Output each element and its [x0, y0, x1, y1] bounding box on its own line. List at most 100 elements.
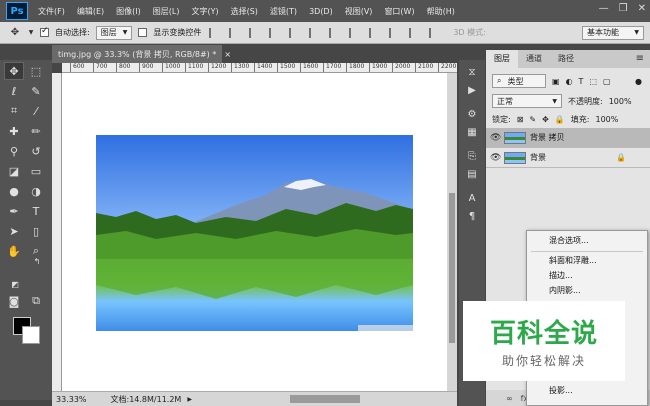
menu-view[interactable]: 视图(V): [339, 6, 379, 17]
menu-item-blending-options[interactable]: 混合选项...: [527, 233, 647, 248]
menu-item-drop-shadow[interactable]: 投影...: [527, 383, 647, 398]
filter-type-icon[interactable]: T: [579, 77, 584, 86]
move-tool-icon[interactable]: ✥: [4, 62, 24, 80]
show-transform-checkbox[interactable]: [138, 28, 148, 37]
align-top-icon[interactable]: [209, 27, 219, 38]
tab-paths[interactable]: 路径: [550, 50, 582, 68]
quick-select-tool-icon[interactable]: ✎: [26, 82, 46, 100]
distribute-top-icon[interactable]: [329, 27, 339, 38]
quick-mask-icon[interactable]: ◙: [4, 292, 24, 310]
close-tab-icon[interactable]: ×: [224, 50, 231, 59]
default-colors-icon[interactable]: ◩: [8, 278, 22, 290]
vertical-scrollbar[interactable]: [447, 73, 457, 391]
eyedropper-tool-icon[interactable]: ⁄: [26, 102, 46, 120]
menu-layer[interactable]: 图层(L): [147, 6, 186, 17]
filter-smart-icon[interactable]: ▢: [603, 77, 611, 86]
move-tool-icon[interactable]: ✥: [8, 26, 22, 40]
panel-menu-icon[interactable]: ≡: [636, 53, 644, 64]
auto-select-checkbox[interactable]: [40, 26, 49, 37]
menu-item-bevel-emboss[interactable]: 斜面和浮雕...: [527, 253, 647, 268]
distribute-right-icon[interactable]: [429, 27, 439, 38]
layer-row[interactable]: 👁 背景 拷贝: [486, 128, 650, 148]
tab-layers[interactable]: 图层: [486, 50, 518, 68]
menu-help[interactable]: 帮助(H): [421, 6, 461, 17]
close-button[interactable]: ✕: [638, 3, 646, 14]
swap-colors-icon[interactable]: ↰: [32, 256, 42, 266]
align-left-icon[interactable]: [269, 27, 279, 38]
layer-row[interactable]: 👁 背景 🔒: [486, 148, 650, 168]
gradient-tool-icon[interactable]: ▭: [26, 162, 46, 180]
menu-item-inner-shadow[interactable]: 内阴影...: [527, 283, 647, 298]
lock-transparent-icon[interactable]: ⊠: [517, 115, 524, 124]
menu-filter[interactable]: 滤镜(T): [264, 6, 303, 17]
workspace-dropdown[interactable]: 基本功能 ▼: [582, 25, 644, 40]
lock-pixels-icon[interactable]: ✎: [529, 115, 536, 124]
actions-play-icon[interactable]: ▶: [463, 82, 481, 98]
restore-button[interactable]: ❐: [619, 3, 628, 14]
filter-toggle-icon[interactable]: ●: [635, 77, 642, 86]
chevron-down-icon[interactable]: ▼: [28, 26, 34, 40]
pen-tool-icon[interactable]: ✒: [4, 202, 24, 220]
history-panel-icon[interactable]: ⧖: [463, 64, 481, 80]
clone-stamp-icon[interactable]: ⚲: [4, 142, 24, 160]
menu-window[interactable]: 窗口(W): [378, 6, 420, 17]
blend-mode-dropdown[interactable]: 正常 ▼: [492, 94, 562, 108]
menu-select[interactable]: 选择(S): [225, 6, 264, 17]
menu-edit[interactable]: 编辑(E): [71, 6, 110, 17]
align-vcenter-icon[interactable]: [229, 27, 239, 38]
distribute-vcenter-icon[interactable]: [349, 27, 359, 38]
lock-all-icon[interactable]: 🔒: [555, 115, 565, 124]
auto-select-dropdown[interactable]: 图层 ▼: [95, 25, 133, 40]
info-panel-icon[interactable]: ▤: [463, 166, 481, 182]
filter-shape-icon[interactable]: ⬚: [589, 77, 597, 86]
brush-tool-icon[interactable]: ✏: [26, 122, 46, 140]
menu-type[interactable]: 文字(Y): [185, 6, 224, 17]
scrollbar-thumb[interactable]: [449, 193, 455, 343]
lock-position-icon[interactable]: ✥: [542, 115, 549, 124]
history-brush-icon[interactable]: ↺: [26, 142, 46, 160]
distribute-left-icon[interactable]: [389, 27, 399, 38]
menu-3d[interactable]: 3D(D): [303, 7, 339, 16]
status-menu-arrow[interactable]: ▶: [187, 396, 192, 403]
align-right-icon[interactable]: [309, 27, 319, 38]
filter-image-icon[interactable]: ▣: [552, 77, 560, 86]
marquee-tool-icon[interactable]: ⬚: [26, 62, 46, 80]
swatches-panel-icon[interactable]: ▦: [463, 124, 481, 140]
rectangle-tool-icon[interactable]: ▯: [26, 222, 46, 240]
paragraph-panel-icon[interactable]: ¶: [463, 208, 481, 224]
hand-tool-icon[interactable]: ✋: [4, 242, 24, 260]
screen-mode-icon[interactable]: ⧉: [26, 292, 46, 310]
character-panel-icon[interactable]: A: [463, 190, 481, 206]
adjust-panel-icon[interactable]: ⚙: [463, 106, 481, 122]
horizontal-scrollbar-thumb[interactable]: [290, 395, 360, 403]
fill-value[interactable]: 100%: [595, 115, 618, 124]
healing-brush-icon[interactable]: ✚: [4, 122, 24, 140]
distribute-hcenter-icon[interactable]: [409, 27, 419, 38]
menu-item-stroke[interactable]: 描边...: [527, 268, 647, 283]
filter-adjust-icon[interactable]: ◐: [566, 77, 573, 86]
distribute-bottom-icon[interactable]: [369, 27, 379, 38]
align-hcenter-icon[interactable]: [289, 27, 299, 38]
opacity-value[interactable]: 100%: [609, 97, 632, 106]
crop-tool-icon[interactable]: ⌗: [4, 102, 24, 120]
layer-kind-filter[interactable]: ⌕ 类型: [492, 74, 546, 88]
background-color-swatch[interactable]: [22, 326, 40, 344]
path-select-icon[interactable]: ➤: [4, 222, 24, 240]
lasso-tool-icon[interactable]: ℓ: [4, 82, 24, 100]
align-bottom-icon[interactable]: [249, 27, 259, 38]
blur-tool-icon[interactable]: ●: [4, 182, 24, 200]
menu-file[interactable]: 文件(F): [32, 6, 71, 17]
type-tool-icon[interactable]: T: [26, 202, 46, 220]
zoom-level[interactable]: 33.33%: [56, 395, 87, 404]
tab-channels[interactable]: 通道: [518, 50, 550, 68]
minimize-button[interactable]: —: [599, 3, 609, 14]
visibility-eye-icon[interactable]: 👁: [490, 133, 501, 143]
menu-image[interactable]: 图像(I): [110, 6, 147, 17]
link-layers-icon[interactable]: ∞: [506, 394, 513, 403]
eraser-tool-icon[interactable]: ◪: [4, 162, 24, 180]
clone-source-icon[interactable]: ⎘: [463, 148, 481, 164]
toolbox: ✥ ⬚ ℓ ✎ ⌗ ⁄ ✚ ✏ ⚲ ↺ ◪ ▭ ● ◑ ✒ T ➤ ▯ ✋ ⌕ …: [0, 60, 52, 400]
visibility-eye-icon[interactable]: 👁: [490, 153, 501, 163]
document-tab[interactable]: timg.jpg @ 33.3% (背景 拷贝, RGB/8#) * ×: [52, 45, 231, 63]
dodge-tool-icon[interactable]: ◑: [26, 182, 46, 200]
